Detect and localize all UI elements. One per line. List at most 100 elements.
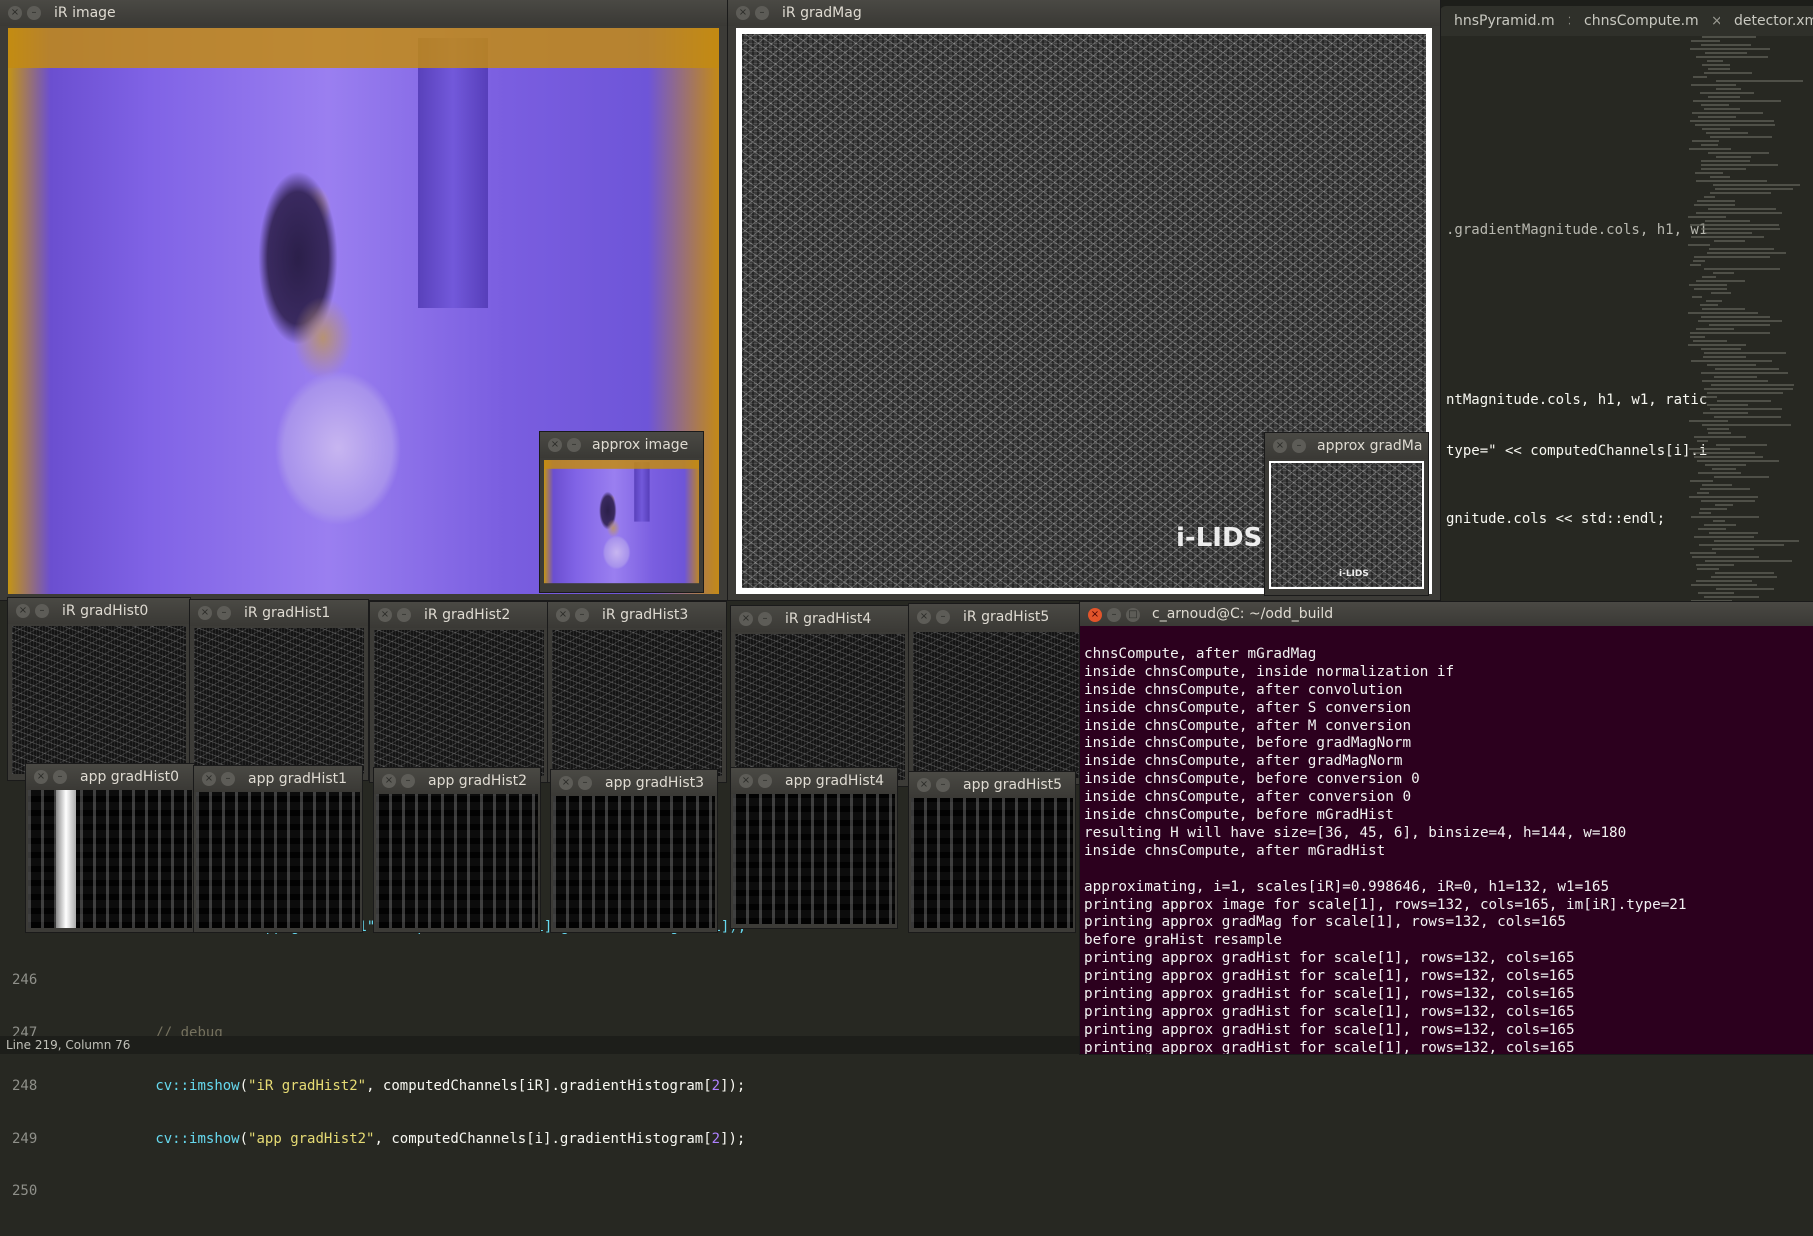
window-titlebar[interactable]: × – app gradHist2	[374, 768, 540, 794]
tab-chns-pyramid[interactable]: hnsPyramid.m ×	[1440, 6, 1589, 36]
close-icon[interactable]: ×	[548, 438, 562, 452]
minimize-icon[interactable]: –	[1107, 608, 1121, 622]
close-icon[interactable]: ×	[739, 774, 753, 788]
terminal-output[interactable]: chnsCompute, after mGradMag inside chnsCo…	[1084, 628, 1813, 1054]
window-approx-image[interactable]: × – approx image	[540, 432, 703, 592]
minimize-icon[interactable]: –	[27, 6, 41, 20]
window-ir-gradhist-0[interactable]: × – iR gradHist0	[8, 598, 190, 780]
minimap-line	[1691, 40, 1720, 42]
window-titlebar[interactable]: × – iR gradHist5	[909, 604, 1087, 630]
window-approx-gradmag[interactable]: × – approx gradMa i-LIDS	[1265, 433, 1428, 595]
window-titlebar[interactable]: × – iR image	[0, 0, 727, 26]
histogram-canvas	[194, 628, 364, 774]
terminal-line: before graHist resample	[1084, 932, 1282, 949]
minimize-icon[interactable]: –	[578, 776, 592, 790]
window-titlebar[interactable]: × – app gradHist3	[551, 770, 717, 796]
window-app-gradhist-0[interactable]: × – app gradHist0	[26, 764, 194, 932]
close-icon[interactable]: ×	[1088, 608, 1102, 622]
close-icon[interactable]: ×	[34, 770, 48, 784]
window-titlebar[interactable]: × – app gradHist5	[909, 772, 1075, 798]
minimize-icon[interactable]: –	[217, 606, 231, 620]
window-titlebar[interactable]: × – iR gradHist3	[548, 602, 726, 628]
close-icon[interactable]: ×	[917, 610, 931, 624]
terminal-window[interactable]: × – □ c_arnoud@C: ~/odd_build chnsComput…	[1080, 602, 1813, 1054]
minimap-line	[1693, 76, 1707, 78]
minimize-icon[interactable]: –	[758, 774, 772, 788]
window-titlebar[interactable]: × – app gradHist0	[26, 764, 194, 790]
close-icon[interactable]: ×	[202, 772, 216, 786]
minimize-icon[interactable]: –	[53, 770, 67, 784]
window-ir-gradhist-1[interactable]: × – iR gradHist1	[190, 600, 368, 780]
maximize-icon[interactable]: □	[1126, 608, 1140, 622]
window-app-gradhist-4[interactable]: × – app gradHist4	[731, 768, 897, 928]
window-titlebar[interactable]: × – app gradHist1	[194, 766, 362, 792]
minimap-line	[1708, 96, 1740, 98]
minimize-icon[interactable]: –	[401, 774, 415, 788]
window-titlebar[interactable]: × – iR gradHist0	[8, 598, 190, 624]
minimize-icon[interactable]: –	[758, 612, 772, 626]
minimap-line	[1709, 248, 1774, 250]
window-app-gradhist-1[interactable]: × – app gradHist1	[194, 766, 362, 932]
code-line: 249 cv::imshow("app gradHist2", computed…	[12, 1130, 746, 1147]
editor-tab-bar: hnsPyramid.m × chnsCompute.m × detector.…	[1440, 0, 1813, 36]
minimize-icon[interactable]: –	[35, 604, 49, 618]
window-titlebar[interactable]: × – iR gradHist4	[731, 606, 909, 632]
close-icon[interactable]: ×	[736, 6, 750, 20]
minimap-line	[1704, 196, 1715, 198]
window-title: app gradHist1	[248, 771, 348, 787]
window-titlebar[interactable]: × – iR gradMag	[728, 0, 1440, 26]
minimize-icon[interactable]: –	[1292, 439, 1306, 453]
minimap-line	[1711, 292, 1731, 294]
close-icon[interactable]: ×	[378, 608, 392, 622]
close-icon[interactable]: ×	[559, 776, 573, 790]
window-title: iR gradHist1	[244, 605, 331, 621]
minimize-icon[interactable]: –	[397, 608, 411, 622]
window-titlebar[interactable]: × – approx gradMa	[1265, 433, 1428, 459]
window-ir-gradhist-2[interactable]: × – iR gradHist2	[370, 602, 548, 782]
close-icon[interactable]: ×	[16, 604, 30, 618]
minimap-line	[1691, 236, 1764, 238]
window-titlebar[interactable]: × – iR gradHist1	[190, 600, 368, 626]
window-app-gradhist-3[interactable]: × – app gradHist3	[551, 770, 717, 932]
minimap-line	[1717, 400, 1771, 402]
close-icon[interactable]: ×	[198, 606, 212, 620]
window-titlebar[interactable]: × – iR gradHist2	[370, 602, 548, 628]
minimap-line	[1714, 476, 1769, 478]
close-icon[interactable]: ×	[917, 778, 931, 792]
minimap-line	[1711, 384, 1794, 386]
minimize-icon[interactable]: –	[575, 608, 589, 622]
minimap-line	[1692, 296, 1702, 298]
minimap-line	[1706, 300, 1722, 302]
window-title: app gradHist0	[80, 769, 180, 785]
close-icon[interactable]: ×	[382, 774, 396, 788]
close-icon[interactable]: ×	[556, 608, 570, 622]
tab-chns-compute[interactable]: chnsCompute.m ×	[1570, 6, 1733, 36]
window-app-gradhist-2[interactable]: × – app gradHist2	[374, 768, 540, 932]
close-icon[interactable]: ×	[1273, 439, 1287, 453]
minimap-line	[1712, 548, 1754, 550]
minimap-line	[1708, 152, 1769, 154]
window-ir-gradhist-5[interactable]: × – iR gradHist5	[909, 604, 1087, 784]
window-ir-gradhist-3[interactable]: × – iR gradHist3	[548, 602, 726, 782]
terminal-line: inside chnsCompute, after mGradHist	[1084, 842, 1386, 859]
minimap-line	[1689, 284, 1727, 286]
minimize-icon[interactable]: –	[755, 6, 769, 20]
minimize-icon[interactable]: –	[936, 778, 950, 792]
window-ir-gradhist-4[interactable]: × – iR gradHist4	[731, 606, 909, 786]
minimap-line	[1688, 344, 1746, 346]
minimize-icon[interactable]: –	[221, 772, 235, 786]
window-titlebar[interactable]: × – app gradHist4	[731, 768, 897, 794]
minimize-icon[interactable]: –	[567, 438, 581, 452]
close-icon[interactable]: ×	[8, 6, 22, 20]
minimap[interactable]	[1688, 36, 1813, 626]
close-icon[interactable]: ×	[739, 612, 753, 626]
minimize-icon[interactable]: –	[936, 610, 950, 624]
window-titlebar[interactable]: × – approx image	[540, 432, 703, 458]
minimap-line	[1698, 528, 1726, 530]
window-title: iR gradHist5	[963, 609, 1050, 625]
minimap-line	[1690, 336, 1705, 338]
terminal-line: inside chnsCompute, inside normalization…	[1084, 663, 1455, 680]
tab-detector-xml[interactable]: detector.xml ×	[1720, 6, 1813, 36]
window-app-gradhist-5[interactable]: × – app gradHist5	[909, 772, 1075, 932]
window-titlebar[interactable]: × – □ c_arnoud@C: ~/odd_build	[1080, 602, 1813, 626]
